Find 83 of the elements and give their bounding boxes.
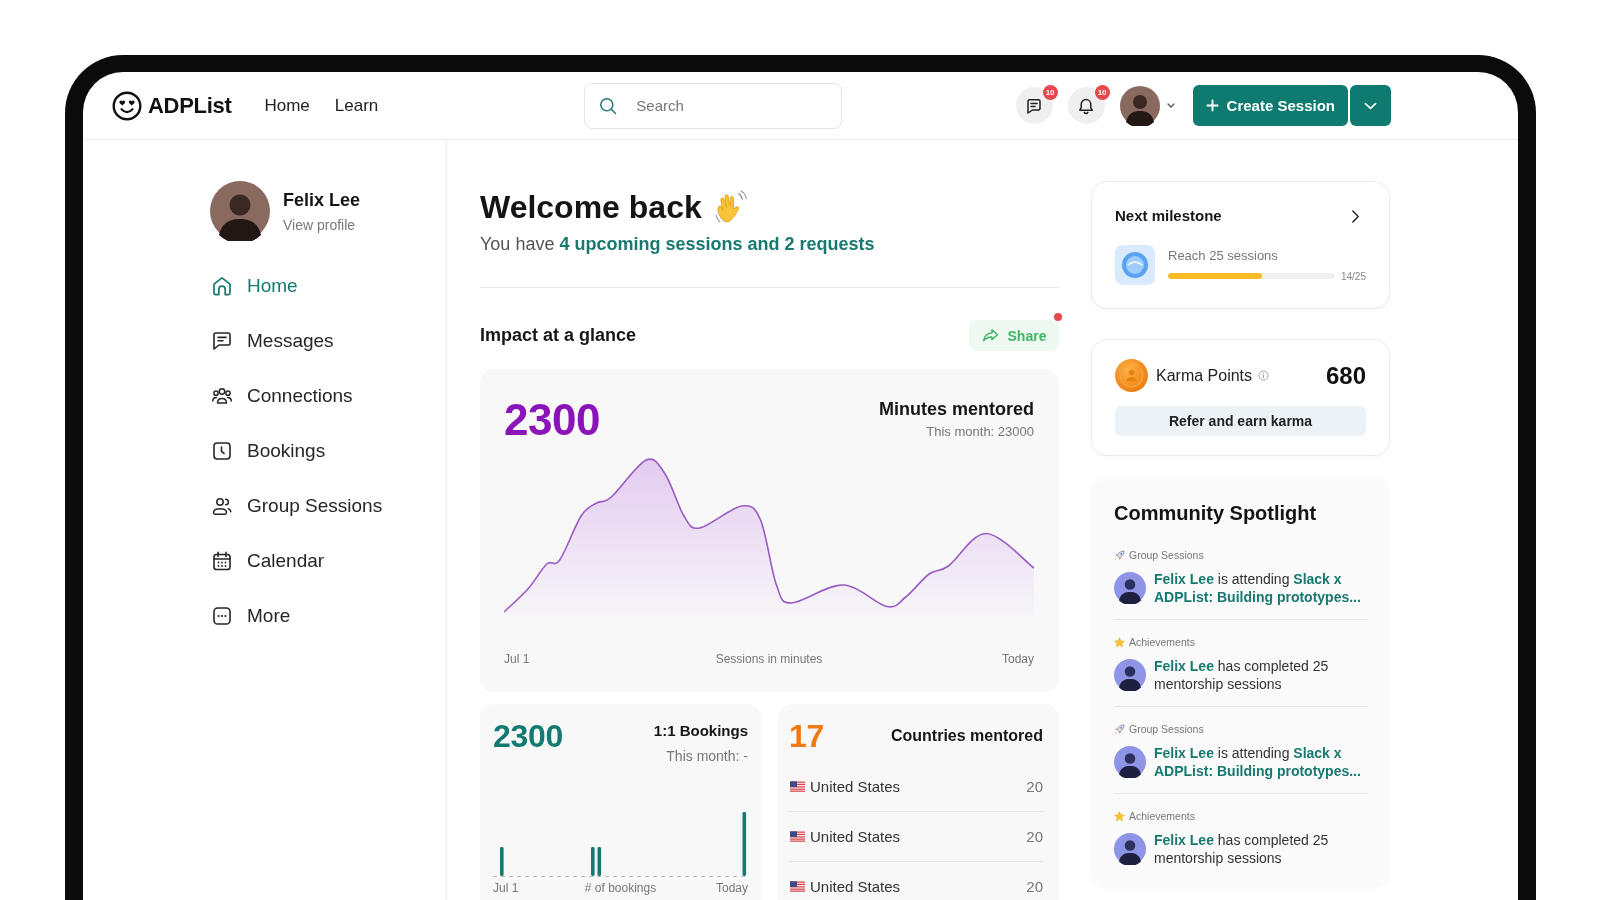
- country-name: United States: [810, 878, 901, 895]
- axis-caption: # of bookings: [584, 881, 657, 895]
- flag-icon: [790, 781, 805, 792]
- nav-link[interactable]: Learn: [334, 95, 379, 116]
- messages-button[interactable]: [1015, 87, 1053, 124]
- logo-icon[interactable]: [112, 90, 142, 121]
- welcome-heading: Welcome back: [480, 188, 702, 226]
- spotlight-text: Felix Lee has completed 25 mentorship sessions: [1154, 831, 1330, 867]
- spotlight-text: Felix Lee has completed 25 mentorship sessions: [1154, 657, 1330, 693]
- chevron-down-icon: [1364, 101, 1377, 110]
- star-icon: [1114, 636, 1125, 648]
- message-icon: [1025, 96, 1044, 115]
- plus-icon: [1205, 99, 1219, 112]
- axis-label: Today: [714, 881, 748, 895]
- axis-label: Jul 1: [493, 881, 520, 895]
- sidebar-item[interactable]: Home: [210, 258, 298, 313]
- card-title: Next milestone: [1115, 206, 1222, 226]
- share-icon: [981, 328, 999, 343]
- stat-note: This month: -: [665, 747, 748, 766]
- progress-count: 14/25: [1340, 270, 1366, 282]
- user-avatar[interactable]: [1114, 833, 1146, 865]
- badge-icon: [1115, 245, 1155, 285]
- user-avatar[interactable]: [1114, 746, 1146, 778]
- stat-title: 1:1 Bookings: [653, 721, 748, 741]
- flag-icon: [790, 881, 805, 892]
- create-session-button[interactable]: Create Session: [1192, 85, 1348, 126]
- card-title: Community Spotlight: [1114, 501, 1318, 525]
- sidebar-item[interactable]: Group Sessions: [210, 478, 383, 533]
- stat-value: 2300: [504, 396, 600, 444]
- bar: [742, 812, 747, 876]
- country-name: United States: [810, 828, 901, 845]
- dropdown-button[interactable]: [1350, 85, 1391, 126]
- refer-button[interactable]: Refer and earn karma: [1115, 406, 1366, 436]
- coin-icon: [1115, 359, 1148, 392]
- country-count: 20: [1026, 778, 1043, 795]
- search-icon: [599, 96, 618, 115]
- milestone-goal: Reach 25 sessions: [1168, 248, 1279, 264]
- stat-title: Minutes mentored: [879, 398, 1034, 420]
- axis-label: Jul 1: [504, 651, 531, 667]
- sidebar-item[interactable]: Connections: [210, 368, 353, 423]
- profile-name: Felix Lee: [283, 189, 361, 211]
- profile-avatar[interactable]: [1119, 85, 1160, 126]
- nav-link[interactable]: Home: [264, 95, 310, 116]
- search-field[interactable]: Search: [584, 82, 843, 129]
- karma-points: 680: [1325, 361, 1366, 390]
- category-label: Group Sessions: [1129, 723, 1204, 735]
- profile-avatar[interactable]: [210, 181, 270, 241]
- category-label: Group Sessions: [1129, 549, 1204, 561]
- view-profile-link[interactable]: View profile: [283, 216, 361, 233]
- chevron-right-icon[interactable]: [1351, 208, 1360, 224]
- bar: [500, 847, 504, 876]
- sidebar-item[interactable]: Calendar: [210, 533, 325, 588]
- category-label: Achievements: [1129, 636, 1195, 648]
- spotlight-text: Felix Lee is attending Slack x ADPList: Building prototypes...: [1154, 744, 1362, 780]
- country-count: 20: [1026, 878, 1043, 895]
- bar: [591, 847, 595, 876]
- stat-title: Countries mentored: [891, 727, 1043, 745]
- stat-note: This month: 23000: [925, 423, 1034, 441]
- card-title: Karma Points: [1156, 366, 1253, 385]
- spotlight-text: Felix Lee is attending Slack x ADPList: Building prototypes...: [1154, 570, 1362, 606]
- user-avatar[interactable]: [1114, 659, 1146, 691]
- logo-text[interactable]: ADPList: [148, 92, 232, 119]
- welcome-subtitle: You have 4 upcoming sessions and 2 requests: [480, 233, 876, 256]
- stat-value: 17: [789, 718, 824, 754]
- sidebar-item[interactable]: Bookings: [210, 423, 326, 478]
- axis-label: Today: [1000, 651, 1034, 667]
- stat-value: 2300: [493, 718, 563, 754]
- notifications-button[interactable]: [1067, 87, 1105, 124]
- section-title: Impact at a glance: [480, 325, 637, 346]
- bar: [597, 847, 602, 876]
- category-label: Achievements: [1129, 810, 1195, 822]
- sidebar-item[interactable]: More: [210, 588, 291, 643]
- rocket-icon: [1114, 723, 1125, 735]
- flag-icon: [790, 831, 805, 842]
- sidebar-item[interactable]: Messages: [210, 313, 334, 368]
- rocket-icon: [1114, 549, 1125, 561]
- user-avatar[interactable]: [1114, 572, 1146, 604]
- bell-icon: [1077, 96, 1096, 115]
- country-count: 20: [1026, 828, 1043, 845]
- star-icon: [1114, 810, 1125, 822]
- country-name: United States: [810, 778, 901, 795]
- caret-icon[interactable]: [1166, 103, 1175, 108]
- axis-caption: Sessions in minutes: [715, 651, 823, 667]
